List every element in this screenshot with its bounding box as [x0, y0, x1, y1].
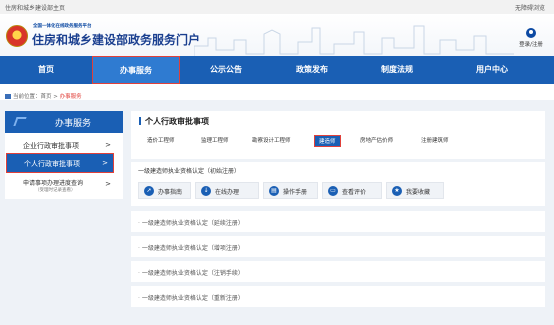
breadcrumb-current: 办事服务 — [59, 94, 82, 100]
nav-regulations[interactable]: 制度法规 — [352, 56, 442, 84]
online-apply-button[interactable]: ↓ 在线办理 — [195, 182, 259, 199]
list-item-label: 一级建造师执业资格认定（延续注册） — [138, 218, 244, 227]
review-icon: ▭ — [328, 186, 338, 196]
sidebar-header: 办事服务 — [5, 111, 123, 133]
tab-registered-architect[interactable]: 注册建筑师 — [421, 136, 449, 144]
star-icon: ★ — [392, 186, 402, 196]
list-item[interactable]: 一级建造师执业资格认定（延续注册） — [131, 211, 545, 232]
nav-policy[interactable]: 政策发布 — [272, 56, 352, 84]
tab-supervision-engineer[interactable]: 监理工程师 — [201, 136, 229, 144]
online-icon: ↓ — [201, 186, 211, 196]
sidebar-item-label: 个人行政审批事项 — [24, 160, 80, 168]
review-button-label: 查看评价 — [342, 189, 367, 196]
breadcrumb: 当前位置：首页 > 办事服务 — [5, 92, 82, 100]
list-item-label: 一级建造师执业资格认定（重新注册） — [138, 293, 244, 302]
list-item[interactable]: 一级建造师执业资格认定（重新注册） — [131, 286, 545, 307]
national-emblem-icon — [6, 25, 28, 47]
online-apply-button-label: 在线办理 — [215, 189, 240, 196]
panel-title: 个人行政审批事项 — [139, 116, 209, 127]
nav-user-center[interactable]: 用户中心 — [442, 56, 542, 84]
ministry-home-link[interactable]: 住房和城乡建设部主页 — [5, 3, 65, 12]
breadcrumb-home[interactable]: 首页 — [41, 94, 52, 100]
service-item-card: 一级建造师执业资格认定（初始注册） ➚ 办事指南 ↓ 在线办理 ▤ 操作手册 ▭… — [131, 162, 545, 206]
accessibility-link[interactable]: 无障碍浏览 — [515, 3, 545, 12]
favorite-button[interactable]: ★ 我要收藏 — [386, 182, 444, 199]
guide-button[interactable]: ➚ 办事指南 — [138, 182, 191, 199]
list-item[interactable]: 一级建造师执业资格认定（增项注册） — [131, 236, 545, 257]
manual-button-label: 操作手册 — [283, 189, 308, 196]
service-item-title: 一级建造师执业资格认定（初始注册） — [138, 168, 241, 175]
breadcrumb-prefix: 当前位置： — [13, 94, 41, 100]
favorite-button-label: 我要收藏 — [406, 189, 431, 196]
login-register-button[interactable]: 登录/注册 — [516, 28, 546, 48]
city-skyline-decoration — [194, 25, 514, 56]
top-strip: 住房和城乡建设部主页 无障碍浏览 — [0, 0, 554, 14]
tab-constructor[interactable]: 建造师 — [314, 135, 341, 147]
list-item-label: 一级建造师执业资格认定（增项注册） — [138, 243, 244, 252]
manual-icon: ▤ — [269, 186, 279, 196]
chevron-right-icon: > — [102, 159, 108, 167]
sidebar: 企业行政审批事项 > 个人行政审批事项 > 申请事项办理进度查询 （受理时记录查… — [5, 133, 123, 199]
chevron-right-icon: > — [105, 180, 111, 188]
breadcrumb-separator: > — [51, 94, 60, 100]
tab-real-estate-appraiser[interactable]: 房地产估价师 — [360, 136, 393, 144]
sidebar-title: 办事服务 — [55, 119, 92, 129]
login-register-label: 登录/注册 — [519, 42, 543, 48]
platform-subtitle: 全国一体化在线政务服务平台 — [33, 24, 92, 29]
list-item-label: 一级建造师执业资格认定（注销手续） — [138, 268, 244, 277]
user-icon — [526, 28, 536, 38]
site-header: 全国一体化在线政务服务平台 住房和城乡建设部政务服务门户 登录/注册 — [0, 14, 554, 56]
nav-home[interactable]: 首页 — [0, 56, 92, 84]
sidebar-item-progress-query[interactable]: 申请事项办理进度查询 （受理时记录查看） > — [5, 177, 123, 197]
main-nav: 首页 办事服务 公示公告 政策发布 制度法规 用户中心 — [0, 56, 554, 84]
home-icon — [5, 94, 11, 99]
review-button[interactable]: ▭ 查看评价 — [322, 182, 382, 199]
sidebar-item-personal[interactable]: 个人行政审批事项 > — [6, 153, 114, 173]
arrow-decoration-icon — [13, 117, 27, 126]
manual-button[interactable]: ▤ 操作手册 — [263, 182, 318, 199]
sidebar-item-label: 企业行政审批事项 — [23, 142, 79, 150]
nav-announcements[interactable]: 公示公告 — [180, 56, 272, 84]
tab-survey-design-engineer[interactable]: 勘察设计工程师 — [252, 136, 291, 144]
chevron-right-icon: > — [105, 141, 111, 149]
list-item[interactable]: 一级建造师执业资格认定（注销手续） — [131, 261, 545, 282]
nav-services[interactable]: 办事服务 — [92, 56, 180, 84]
sidebar-item-enterprise[interactable]: 企业行政审批事项 > — [5, 137, 123, 153]
sidebar-item-sublabel: （受理时记录查看） — [35, 188, 76, 193]
sidebar-item-label: 申请事项办理进度查询 — [23, 180, 84, 187]
approval-panel-header: 个人行政审批事项 造价工程师 监理工程师 勘察设计工程师 建造师 房地产估价师 … — [131, 111, 545, 159]
guide-button-label: 办事指南 — [158, 189, 183, 196]
site-title: 住房和城乡建设部政务服务门户 — [32, 33, 201, 47]
guide-icon: ➚ — [144, 186, 154, 196]
tab-cost-engineer[interactable]: 造价工程师 — [147, 136, 175, 144]
